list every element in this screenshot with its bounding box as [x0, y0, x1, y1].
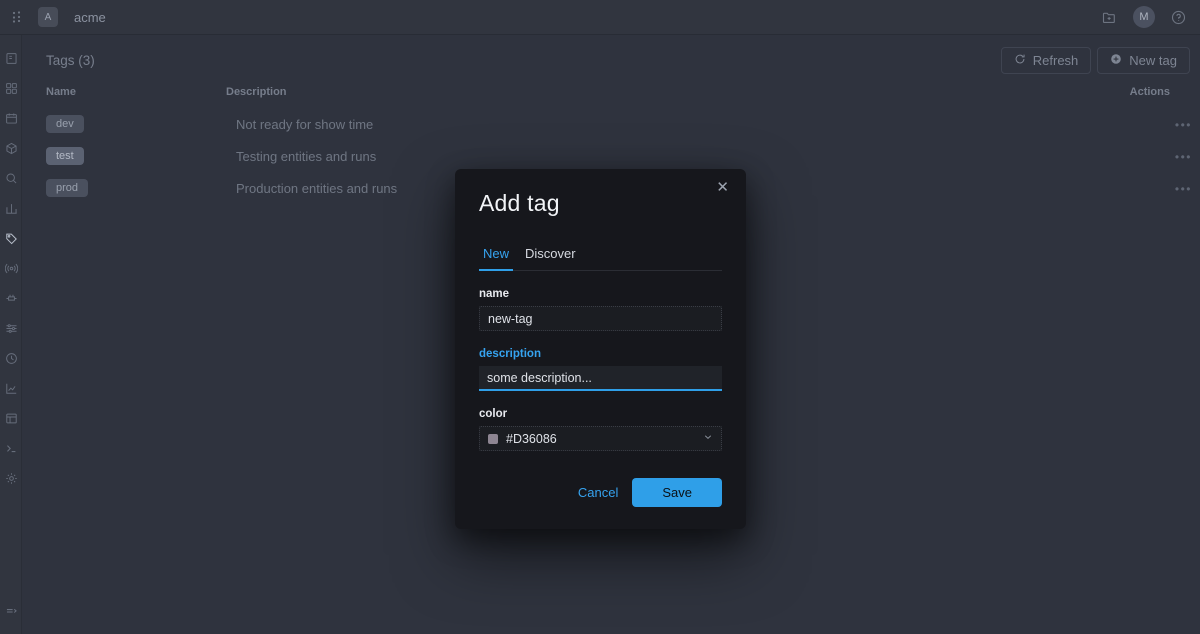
color-value: #D36086 — [506, 431, 557, 446]
description-label: description — [479, 348, 541, 360]
modal-overlay: ✕ Add tag New Discover name description … — [0, 0, 1200, 634]
modal-tabs: New Discover — [479, 242, 722, 271]
color-field-group: color #D36086 — [479, 408, 722, 451]
color-swatch — [488, 433, 498, 444]
name-label: name — [479, 288, 510, 300]
modal-title: Add tag — [479, 190, 560, 216]
save-button[interactable]: Save — [632, 478, 722, 507]
tab-new[interactable]: New — [479, 242, 514, 271]
modal-footer: Cancel Save — [479, 478, 722, 507]
tab-discover[interactable]: Discover — [521, 242, 580, 271]
name-field-group: name — [479, 288, 722, 331]
description-field-group: description — [479, 348, 722, 391]
description-input[interactable] — [479, 366, 722, 391]
chevron-down-icon[interactable] — [703, 432, 713, 445]
color-select[interactable]: #D36086 — [479, 426, 722, 451]
color-label: color — [479, 408, 508, 420]
name-input[interactable] — [479, 306, 722, 331]
cancel-button[interactable]: Cancel — [578, 485, 618, 500]
close-icon[interactable]: ✕ — [712, 178, 733, 197]
add-tag-modal: ✕ Add tag New Discover name description … — [455, 169, 746, 529]
